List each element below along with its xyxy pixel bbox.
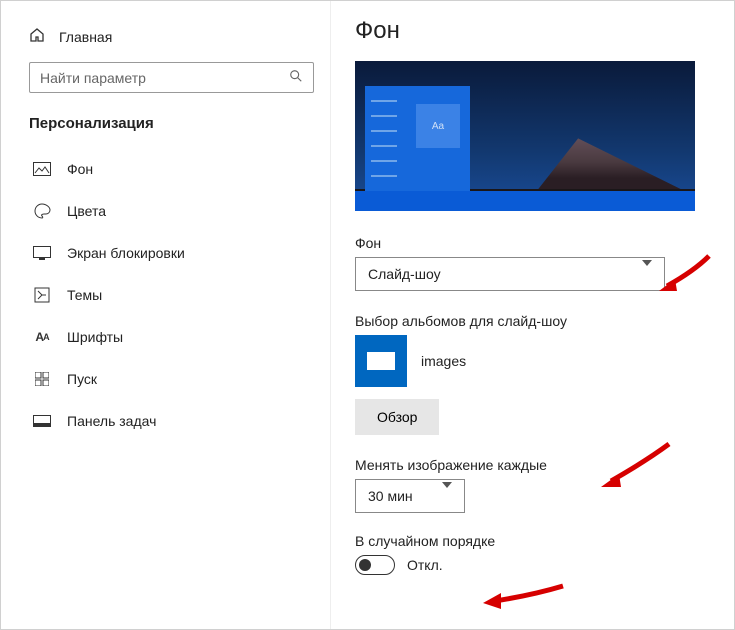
sidebar-item-taskbar[interactable]: Панель задач [29, 402, 314, 440]
lockscreen-icon [33, 244, 51, 262]
palette-icon [33, 202, 51, 220]
sidebar-item-label: Темы [67, 287, 102, 303]
sidebar-item-start[interactable]: Пуск [29, 360, 314, 398]
change-interval-value: 30 мин [368, 488, 413, 504]
themes-icon [33, 286, 51, 304]
random-order-label: В случайном порядке [355, 533, 710, 549]
sidebar-item-label: Шрифты [67, 329, 123, 345]
fonts-icon: AA [33, 328, 51, 346]
page-title: Фон [355, 17, 710, 45]
home-link[interactable]: Главная [29, 21, 314, 58]
content-pane: Фон Aa Фон Слайд-шоу Выбор альбомов для … [331, 1, 734, 629]
sidebar-item-lockscreen[interactable]: Экран блокировки [29, 234, 314, 272]
change-interval-select[interactable]: 30 мин [355, 479, 465, 513]
home-icon [29, 27, 45, 46]
search-input[interactable]: Найти параметр [29, 62, 314, 93]
album-label: Выбор альбомов для слайд-шоу [355, 313, 710, 329]
chevron-down-icon [642, 266, 652, 282]
album-item[interactable]: images [355, 335, 710, 387]
taskbar-icon [33, 412, 51, 430]
background-label: Фон [355, 235, 710, 251]
background-select-value: Слайд-шоу [368, 266, 441, 282]
start-icon [33, 370, 51, 388]
sidebar-item-label: Панель задач [67, 413, 156, 429]
change-interval-label: Менять изображение каждые [355, 457, 710, 473]
sidebar-item-background[interactable]: Фон [29, 150, 314, 188]
sidebar: Главная Найти параметр Персонализация Фо… [1, 1, 331, 629]
random-toggle[interactable] [355, 555, 395, 575]
background-select[interactable]: Слайд-шоу [355, 257, 665, 291]
sidebar-item-label: Фон [67, 161, 93, 177]
browse-button[interactable]: Обзор [355, 399, 439, 435]
random-toggle-state: Откл. [407, 557, 443, 573]
sidebar-item-themes[interactable]: Темы [29, 276, 314, 314]
album-name: images [421, 353, 466, 369]
desktop-preview: Aa [355, 61, 695, 211]
chevron-down-icon [442, 488, 452, 504]
search-placeholder: Найти параметр [40, 70, 146, 86]
category-title: Персонализация [29, 115, 314, 132]
sidebar-item-label: Цвета [67, 203, 106, 219]
sidebar-item-fonts[interactable]: AA Шрифты [29, 318, 314, 356]
search-icon [289, 69, 303, 86]
folder-icon [355, 335, 407, 387]
preview-tile: Aa [416, 104, 460, 148]
home-label: Главная [59, 29, 112, 45]
picture-icon [33, 160, 51, 178]
sidebar-item-label: Пуск [67, 371, 97, 387]
sidebar-item-colors[interactable]: Цвета [29, 192, 314, 230]
sidebar-item-label: Экран блокировки [67, 245, 185, 261]
